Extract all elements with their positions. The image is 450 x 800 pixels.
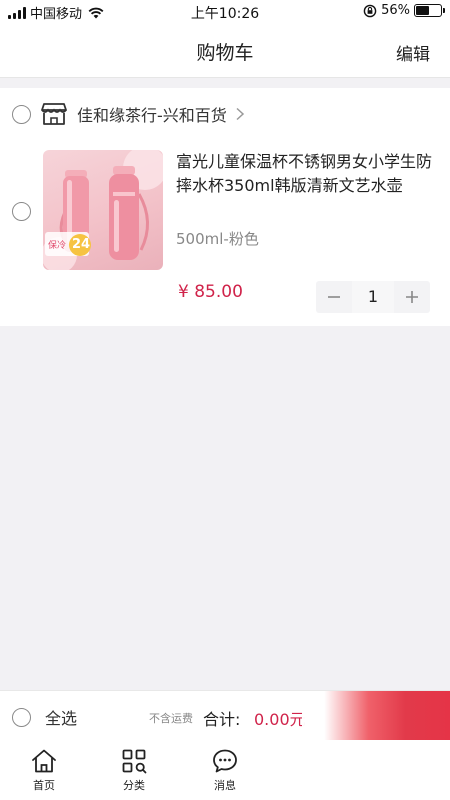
product-image-badge-number: 24	[72, 237, 91, 252]
minus-icon	[328, 296, 340, 298]
checkout-button[interactable]	[302, 691, 450, 741]
product-image[interactable]: 保冷 24	[43, 150, 163, 270]
status-right: 56%	[363, 3, 445, 18]
decrement-button[interactable]	[316, 281, 352, 313]
shipping-note: 不含运费	[149, 712, 193, 725]
tab-bar: 首页 分类 消息	[0, 740, 450, 800]
checkout-bar: 全选 不含运费 合计: 0.00元	[0, 690, 450, 741]
total-value: 0.00元	[254, 710, 306, 729]
home-icon	[32, 749, 56, 773]
product-title[interactable]: 富光儿童保温杯不锈钢男女小学生防摔水杯350ml韩版清新文艺水壶	[176, 150, 438, 198]
status-bar: 中国移动 上午10:26 56%	[0, 0, 450, 24]
quantity-input[interactable]	[352, 281, 394, 313]
shop-name[interactable]: 佳和缘茶行-兴和百货	[77, 102, 227, 126]
select-all-radio[interactable]	[12, 707, 31, 727]
shop-select-radio[interactable]	[12, 104, 31, 124]
tab-message-label[interactable]: 消息	[195, 777, 255, 793]
store-icon	[41, 103, 67, 125]
product-thumbnail-art	[43, 150, 163, 270]
select-all[interactable]: 全选	[12, 705, 77, 729]
total-label: 合计:	[203, 710, 241, 729]
product-spec[interactable]: 500ml-粉色	[176, 228, 259, 249]
tab-home-label[interactable]: 首页	[14, 777, 74, 793]
shop-card: 佳和缘茶行-兴和百货 保冷 24 富光儿童保温杯不锈钢男女小学生防摔水杯350m…	[0, 88, 450, 326]
battery-icon	[414, 4, 445, 17]
tab-category[interactable]: 分类	[104, 748, 164, 793]
page-title: 购物车	[196, 42, 254, 64]
tab-message[interactable]: 消息	[195, 748, 255, 793]
tab-home[interactable]: 首页	[14, 748, 74, 793]
battery-percent: 56%	[381, 3, 410, 18]
plus-icon	[406, 291, 418, 303]
select-all-label[interactable]: 全选	[45, 705, 77, 729]
rotation-lock-icon	[363, 4, 377, 17]
increment-button[interactable]	[394, 281, 430, 313]
chevron-right-icon[interactable]	[235, 107, 245, 121]
item-select-radio[interactable]	[12, 202, 31, 221]
edit-button[interactable]: 编辑	[396, 40, 430, 65]
message-icon	[213, 749, 237, 773]
shop-header: 佳和缘茶行-兴和百货	[12, 102, 245, 126]
category-icon	[122, 749, 147, 774]
product-image-badge-text: 保冷	[48, 241, 67, 251]
tab-category-label[interactable]: 分类	[104, 777, 164, 793]
quantity-stepper	[316, 281, 430, 313]
nav-bar: 购物车 编辑	[0, 24, 450, 78]
battery-fill	[416, 6, 430, 15]
product-price: ¥ 85.00	[178, 282, 243, 302]
